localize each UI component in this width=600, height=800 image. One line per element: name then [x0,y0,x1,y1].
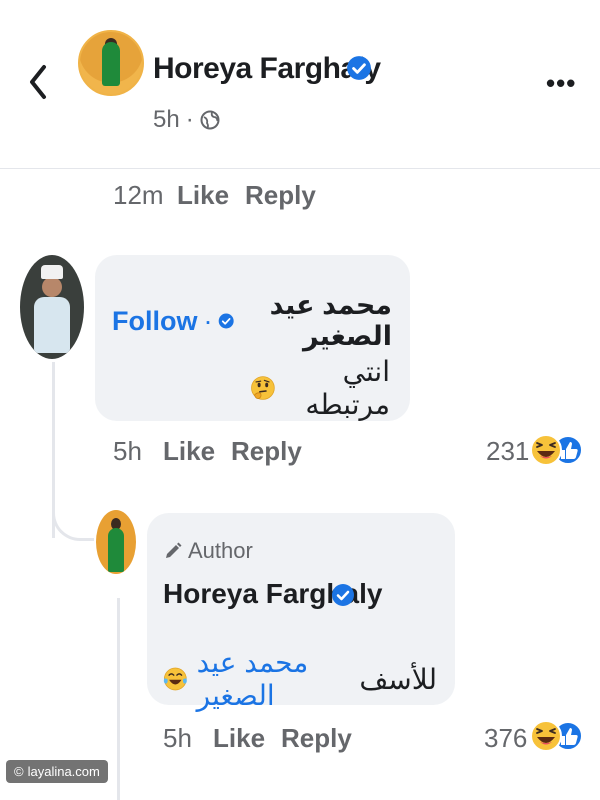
reply-button[interactable]: Reply [281,723,352,754]
reply-actions-row: 5h Like Reply [163,723,352,754]
verified-badge-icon [347,56,371,80]
verified-badge-icon [332,584,354,606]
pencil-icon [166,542,182,558]
comment-header: Follow · محمد عيد الصغير [112,290,392,352]
commenter-name[interactable]: محمد عيد الصغير [243,290,392,352]
header-divider [0,168,600,169]
meta-separator: · [185,106,194,133]
author-avatar[interactable] [78,30,144,96]
globe-icon [200,110,220,130]
like-button[interactable]: Like [177,180,245,211]
comment-body: انتي مرتبطه [305,356,390,420]
tears-of-joy-icon [163,667,187,691]
post-meta: 5h · [153,106,220,134]
watermark: © layalina.com [6,760,108,783]
reaction-count[interactable]: 231 [486,436,529,467]
reply-time[interactable]: 5h [163,723,213,754]
header-separator: · [203,305,213,336]
copyright-icon: © [14,764,24,779]
verified-badge-icon [219,313,235,329]
laughing-icon [530,720,562,752]
reply-button[interactable]: Reply [231,436,302,467]
comment-actions-row: 5h Like Reply [113,436,302,467]
follow-button[interactable]: Follow [112,306,197,337]
reaction-count[interactable]: 376 [484,723,527,754]
comment-text: انتي مرتبطه [250,355,390,421]
laughing-icon [530,434,562,466]
thread-connector [52,505,94,541]
like-button[interactable]: Like [213,723,281,754]
commenter-avatar[interactable] [20,255,84,359]
reply-button[interactable]: Reply [245,180,316,211]
watermark-text: layalina.com [27,764,100,779]
reply-author-avatar[interactable] [96,510,136,574]
comment-time[interactable]: 5h [113,436,163,467]
author-badge: Author [163,538,253,564]
comment-time[interactable]: 12m [113,180,177,211]
thinking-face-icon [251,376,275,400]
back-button[interactable] [22,58,54,106]
comment-actions-row: 12m Like Reply [113,180,316,211]
reactions-summary[interactable] [528,716,584,756]
reply-body: للأسف [359,663,437,695]
reactions-summary[interactable] [528,430,584,470]
more-options-button[interactable]: ••• [546,68,576,99]
thread-line [117,598,120,800]
post-time[interactable]: 5h [153,106,180,134]
chevron-left-icon [30,65,46,99]
reply-mention[interactable]: محمد عيد الصغير [197,646,352,712]
reply-text: محمد عيد الصغير للأسف [162,646,437,712]
like-button[interactable]: Like [163,436,231,467]
author-badge-label: Author [188,538,253,563]
